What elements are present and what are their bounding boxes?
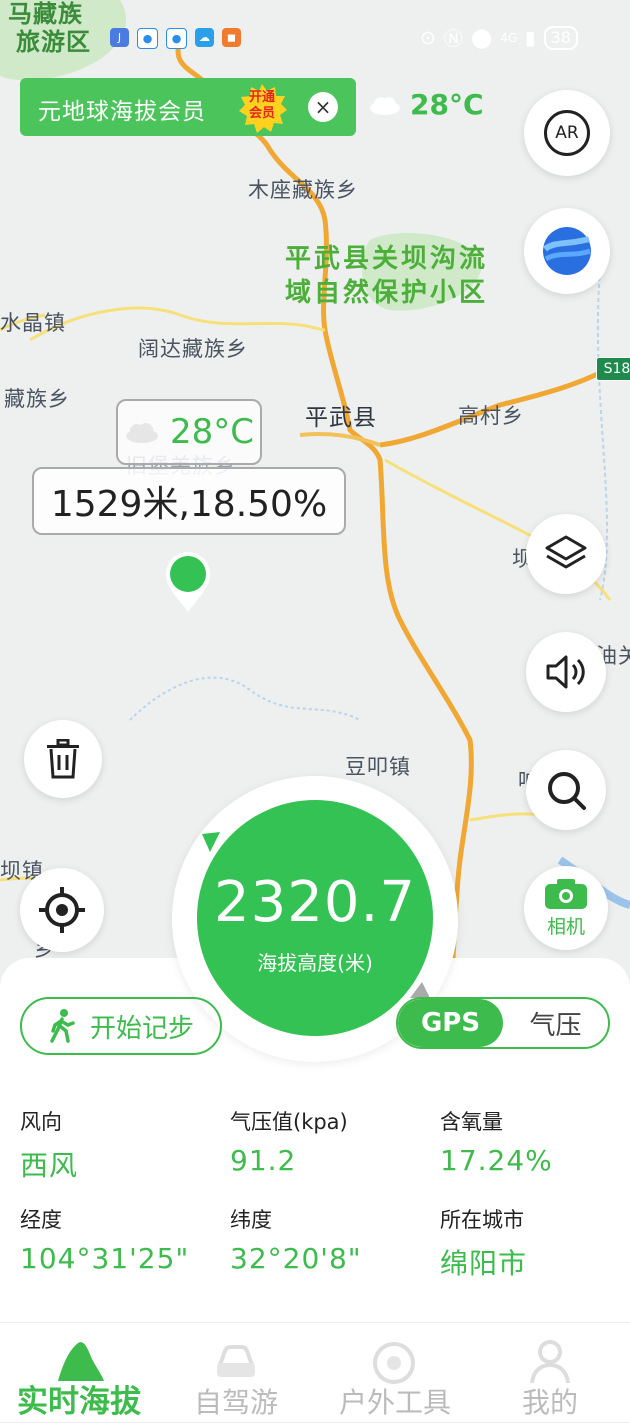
ar-button[interactable]: AR [524,90,610,176]
camera-label: 相机 [546,915,585,938]
stat-wind-direction: 风向 西风 [20,1106,78,1184]
cloud-icon [125,423,158,443]
start-step-button[interactable]: 开始记步 [20,997,222,1055]
map-label-town: 藏族乡 [4,387,70,411]
stat-longitude: 经度 104°31'25" [20,1204,189,1275]
app-icon: ● [137,28,158,49]
park-line-2: 域自然保护小区 [285,278,489,308]
road-sign-badge: S18 [596,357,630,381]
tab-mine[interactable]: 我的 [505,1323,595,1423]
stat-value: 绵阳市 [440,1247,528,1280]
search-icon [548,772,586,810]
map-label-park: 平武县关坝沟流 域自然保护小区 [285,242,488,310]
stat-label: 含氧量 [440,1110,503,1134]
alarm-icon: ⊙ [420,26,436,49]
stat-oxygen: 含氧量 17.24% [440,1106,553,1177]
delete-button[interactable] [24,720,102,798]
tab-outdoor-tools[interactable]: 户外工具 [330,1323,460,1423]
stat-latitude: 纬度 32°20'8" [230,1204,362,1275]
tab-label: 我的 [521,1386,578,1419]
map-label-area-2: 旅游区 [16,28,91,56]
altitude-dial: 2320.7 海拔高度(米) [197,800,433,1036]
compass-icon [373,1342,415,1384]
location-pin-icon[interactable] [164,550,212,614]
network-indicator: 4G [500,30,518,45]
globe-icon [543,227,591,275]
marker-altitude: 1529米,18.50% [32,467,346,535]
user-icon [530,1340,570,1384]
tab-self-drive[interactable]: 自驾游 [180,1323,292,1423]
map-label-town: 豆叩镇 [345,755,411,779]
locate-button[interactable] [20,868,104,952]
weather-top: 28°C [368,88,484,121]
car-icon [217,1345,255,1377]
stat-value: 西风 [20,1149,79,1182]
signal-icon: ▮ [525,26,536,49]
stat-pressure: 气压值(kpa) 91.2 [230,1106,348,1177]
close-banner-button[interactable]: × [308,92,338,122]
trash-icon [47,739,79,779]
cloud-icon [370,96,400,115]
stat-value: 104°31'25" [20,1242,190,1275]
marker-weather: 28°C [116,399,262,465]
app-icon: ● [166,28,187,49]
stat-value: 17.24% [440,1144,553,1177]
stat-label: 纬度 [230,1208,272,1232]
cloud-icon: ☁ [195,28,214,47]
tab-realtime-altitude[interactable]: 实时海拔 [4,1323,154,1423]
weather-temp: 28°C [410,88,484,121]
tab-label: 户外工具 [338,1386,451,1419]
stat-label: 所在城市 [440,1208,524,1232]
earth-button[interactable] [524,208,610,294]
map-label-town: 水晶镇 [0,311,66,335]
gps-option[interactable]: GPS [398,999,503,1047]
status-bar-right: ⊙ Ⓝ ⬤ 4G ▮ 38 [420,24,578,51]
map-label-town: 木座藏族乡 [248,178,358,202]
altitude-value: 2320.7 [214,870,416,935]
layers-icon [545,535,587,569]
pressure-option[interactable]: 气压 [503,999,608,1047]
vip-badge-line2: 会员 [248,106,275,121]
location-icon: ⬤ [470,26,493,49]
walking-icon [50,1009,75,1043]
stat-value: 91.2 [230,1144,297,1177]
map-label-town: 高村乡 [458,404,524,428]
map-label-county: 平武县 [305,405,377,431]
sound-button[interactable] [526,632,606,712]
status-bar-left: J ● ● ☁ ◼ [110,28,241,49]
layers-button[interactable] [526,514,606,594]
nfc-icon: Ⓝ [443,28,463,50]
battery-indicator: 38 [543,25,578,50]
jt-icon: J [110,28,129,47]
camera-icon [545,878,587,909]
vip-badge-text: 开通 会员 [246,90,278,122]
search-button[interactable] [526,750,606,830]
vip-banner[interactable]: 元地球海拔会员 开通 会员 × [20,78,356,136]
marker-temp: 28°C [169,412,254,452]
stat-value: 32°20'8" [230,1242,362,1275]
tab-label: 自驾游 [193,1386,278,1419]
crosshair-icon [39,887,85,933]
park-line-1: 平武县关坝沟流 [285,244,489,274]
altitude-label: 海拔高度(米) [257,951,373,975]
camera-button[interactable]: 相机 [524,866,608,950]
tab-label: 实时海拔 [17,1384,141,1420]
vip-banner-text: 元地球海拔会员 [38,99,206,125]
mode-toggle[interactable]: GPS 气压 [396,997,610,1049]
stat-label: 气压值(kpa) [230,1110,348,1134]
stat-label: 风向 [20,1110,62,1134]
stat-city: 所在城市 绵阳市 [440,1204,527,1282]
start-step-label: 开始记步 [89,1013,194,1044]
ar-icon: AR [544,110,590,156]
map-label-town: 阔达藏族乡 [138,337,248,361]
stat-label: 经度 [20,1208,62,1232]
bottom-tab-bar: 实时海拔 自驾游 户外工具 我的 [0,1322,630,1423]
speaker-icon [546,655,585,689]
app-icon: ◼ [222,28,241,47]
vip-badge-line1: 开通 [248,90,275,105]
